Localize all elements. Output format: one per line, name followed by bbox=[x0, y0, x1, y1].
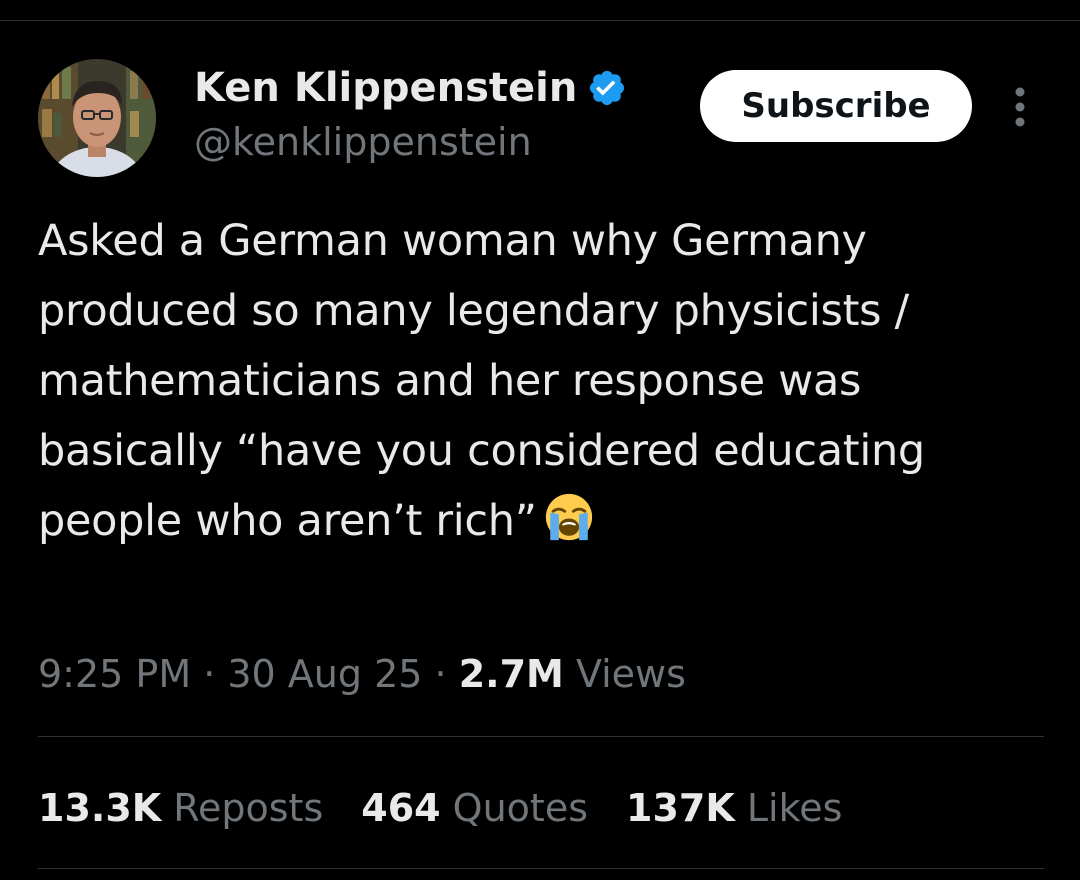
quotes-label: Quotes bbox=[452, 786, 588, 830]
reposts-stat[interactable]: 13.3K Reposts bbox=[38, 782, 323, 834]
more-vertical-icon[interactable] bbox=[1008, 86, 1032, 128]
bottom-divider bbox=[38, 868, 1044, 869]
loudly-crying-face-icon bbox=[545, 493, 592, 541]
tweet-text: Asked a German woman why Germany produce… bbox=[38, 216, 939, 546]
meta-separator: · bbox=[191, 652, 228, 696]
quotes-count: 464 bbox=[361, 786, 441, 830]
likes-label: Likes bbox=[746, 786, 843, 830]
tweet-meta: 9:25 PM · 30 Aug 25 · 2.7M Views bbox=[38, 648, 686, 700]
engagement-stats: 13.3K Reposts 464 Quotes 137K Likes bbox=[38, 782, 880, 834]
reposts-count: 13.3K bbox=[38, 786, 162, 830]
author-display-name[interactable]: Ken Klippenstein bbox=[194, 62, 577, 114]
meta-separator: · bbox=[422, 652, 459, 696]
tweet-time[interactable]: 9:25 PM bbox=[38, 652, 191, 696]
author-handle[interactable]: @kenklippenstein bbox=[194, 118, 532, 166]
stats-divider bbox=[38, 736, 1044, 737]
avatar[interactable] bbox=[38, 59, 156, 177]
avatar-image bbox=[38, 59, 156, 177]
likes-stat[interactable]: 137K Likes bbox=[626, 782, 842, 834]
views-count: 2.7M bbox=[458, 652, 564, 696]
quotes-stat[interactable]: 464 Quotes bbox=[361, 782, 588, 834]
reposts-label: Reposts bbox=[173, 786, 324, 830]
likes-count: 137K bbox=[626, 786, 735, 830]
tweet-body: Asked a German woman why Germany produce… bbox=[38, 206, 1048, 556]
subscribe-button[interactable]: Subscribe bbox=[700, 70, 972, 142]
top-divider bbox=[0, 20, 1080, 21]
verified-badge-icon bbox=[590, 70, 625, 106]
tweet-date[interactable]: 30 Aug 25 bbox=[227, 652, 422, 696]
views-label: Views bbox=[575, 652, 686, 696]
author-display-name-row[interactable]: Ken Klippenstein bbox=[194, 62, 627, 114]
